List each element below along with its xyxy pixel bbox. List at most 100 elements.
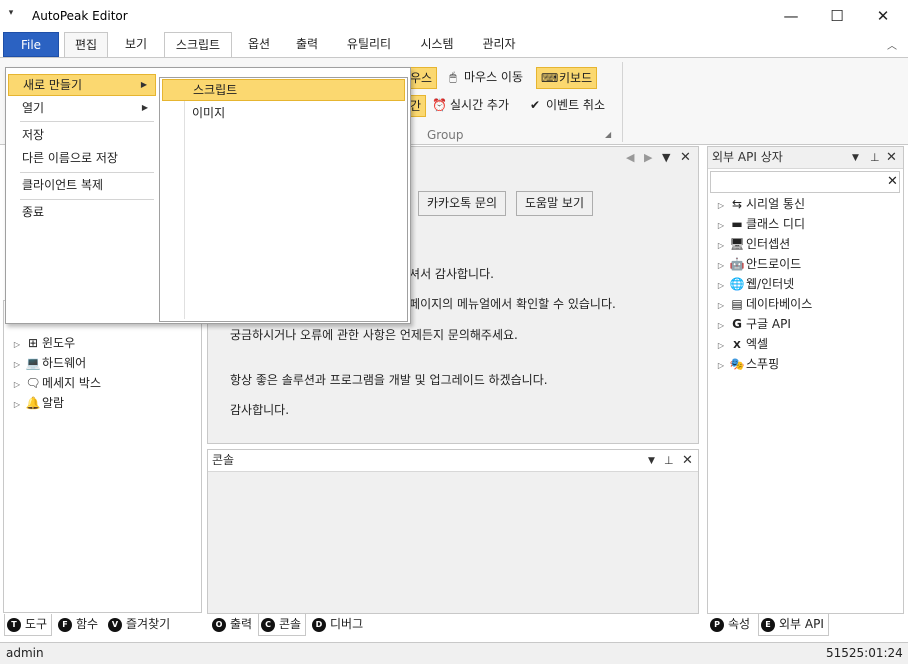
tab-debug-pane[interactable]: D 디버그 [310, 614, 367, 636]
tab-tools[interactable]: T 도구 [4, 614, 53, 636]
tab-output[interactable]: 출력 [286, 32, 328, 57]
laptop-icon: 💻 [25, 356, 41, 370]
welcome-message-3: 궁금하시거나 오류에 관한 사항은 언제든지 문의해주세요. [230, 328, 518, 342]
api-pin-icon[interactable]: ⊥ [870, 147, 880, 168]
submenu-item-image[interactable]: 이미지 [162, 102, 405, 124]
menu-item-save-as[interactable]: 다른 이름으로 저장 [8, 147, 156, 169]
api-item-label: 구글 API [746, 317, 791, 331]
tab-console-pane[interactable]: C 콘솔 [258, 614, 307, 636]
tab-options[interactable]: 옵션 [238, 32, 280, 57]
tab-utility[interactable]: 유틸리티 [336, 32, 402, 57]
group-launcher-icon[interactable]: ◢ [605, 130, 611, 139]
bell-icon: 🔔 [25, 396, 41, 410]
realtime-add-button[interactable]: ⏰ 실시간 추가 [428, 95, 513, 117]
api-item-database[interactable]: ▷ ▤ 데이타베이스 [714, 294, 899, 314]
expand-arrow-icon[interactable]: ▷ [714, 336, 728, 356]
message-box-icon: 🗨 [25, 376, 41, 390]
api-dropdown-icon[interactable]: ▼ [852, 148, 859, 169]
collapse-ribbon-icon[interactable]: ︿ [885, 37, 899, 52]
api-search-input[interactable]: ✕ [710, 171, 900, 193]
tab-admin[interactable]: 관리자 [472, 32, 526, 57]
expand-arrow-icon[interactable]: ▷ [714, 356, 728, 376]
expand-arrow-icon[interactable]: ▷ [10, 375, 24, 395]
submenu-item-script[interactable]: 스크립트 [162, 79, 405, 101]
api-item-serial[interactable]: ▷ ⇆ 시리얼 통신 [714, 194, 899, 214]
tree-item-alarm[interactable]: ▷ 🔔 알람 [10, 393, 200, 413]
expand-arrow-icon[interactable]: ▷ [714, 196, 728, 216]
kakao-inquiry-button[interactable]: 카카오톡 문의 [418, 191, 507, 216]
expand-arrow-icon[interactable]: ▷ [714, 316, 728, 336]
expand-arrow-icon[interactable]: ▷ [10, 395, 24, 415]
tab-output-pane[interactable]: O 출력 [210, 614, 256, 636]
console-close-icon[interactable]: ✕ [682, 450, 693, 471]
api-item-spoofing[interactable]: ▷ 🎭 스푸핑 [714, 354, 899, 374]
next-doc-icon[interactable]: ▶ [644, 147, 652, 168]
expand-arrow-icon[interactable]: ▷ [714, 236, 728, 256]
api-item-label: 인터셉션 [746, 237, 791, 251]
help-button[interactable]: 도움말 보기 [516, 191, 594, 216]
menu-item-clone-client[interactable]: 클라이언트 복제 [8, 174, 156, 196]
external-api-panel: 외부 API 상자 ▼ ⊥ ✕ ✕ ▷ ⇆ 시리얼 통신 ▷ ▬ 클래스 디디 ▷ 🖥인터… [707, 146, 904, 614]
partial-button-2-label: 간 [410, 99, 422, 113]
api-item-label: 웹/인터넷 [746, 277, 795, 291]
menu-item-label: 다른 이름으로 저장 [22, 151, 118, 165]
prev-doc-icon[interactable]: ◀ [626, 147, 634, 168]
maximize-button[interactable]: ☐ [814, 4, 860, 28]
tab-external-api[interactable]: E 외부 API [758, 614, 829, 636]
minimize-button[interactable]: — [768, 4, 814, 28]
tree-item-hardware[interactable]: ▷ 💻 하드웨어 [10, 353, 200, 373]
api-close-icon[interactable]: ✕ [886, 147, 897, 168]
expand-arrow-icon[interactable]: ▷ [10, 355, 24, 375]
ribbon-group-label: Group [427, 128, 464, 142]
api-item-web[interactable]: ▷ 🌐 웹/인터넷 [714, 274, 899, 294]
tab-edit[interactable]: 편집 [64, 32, 108, 57]
expand-arrow-icon[interactable]: ▷ [714, 216, 728, 236]
mouse-icon: 🖱 [449, 70, 457, 84]
api-item-class[interactable]: ▷ ▬ 클래스 디디 [714, 214, 899, 234]
console-pin-icon[interactable]: ⊥ [664, 450, 674, 471]
expand-arrow-icon[interactable]: ▷ [714, 256, 728, 276]
quick-access-icon[interactable]: ▾ [4, 8, 18, 24]
tab-label: 즐겨찾기 [126, 617, 171, 631]
doc-list-dropdown-icon[interactable]: ▼ [662, 147, 670, 168]
api-item-android[interactable]: ▷ 🤖 안드로이드 [714, 254, 899, 274]
console-panel: 콘솔 ▼ ⊥ ✕ [207, 449, 699, 614]
tab-functions[interactable]: F 함수 [56, 614, 102, 636]
tab-system[interactable]: 시스템 [410, 32, 464, 57]
tab-properties[interactable]: P 속성 [708, 614, 754, 636]
close-window-button[interactable]: ✕ [860, 4, 906, 28]
menu-item-new[interactable]: 새로 만들기 ▶ [8, 74, 156, 96]
excel-icon: X [733, 340, 741, 351]
mouse-move-button[interactable]: 🖱 마우스 이동 [442, 67, 527, 89]
tree-item-windows[interactable]: ▷ ⊞ 윈도우 [10, 333, 200, 353]
api-item-excel[interactable]: ▷ X 엑셀 [714, 334, 899, 354]
tree-item-message-box[interactable]: ▷ 🗨메세지 박스 [10, 373, 200, 393]
welcome-message-2: 홈페이지의 메뉴얼에서 확인할 수 있습니다. [398, 297, 616, 311]
menu-item-exit[interactable]: 종료 [8, 201, 156, 223]
tab-view[interactable]: 보기 [114, 32, 158, 57]
menu-item-save[interactable]: 저장 [8, 124, 156, 146]
api-item-interception[interactable]: ▷ 🖥인터셉션 [714, 234, 899, 254]
tab-script[interactable]: 스크립트 [164, 32, 232, 57]
menu-item-open[interactable]: 열기 ▶ [8, 97, 156, 119]
tab-label: 출력 [230, 617, 253, 631]
close-doc-icon[interactable]: ✕ [680, 147, 691, 168]
expand-arrow-icon[interactable]: ▷ [714, 296, 728, 316]
tab-label: 속성 [728, 617, 751, 631]
api-item-label: 데이타베이스 [746, 297, 813, 311]
api-item-google[interactable]: ▷ G 구글 API [714, 314, 899, 334]
keyboard-label: 키보드 [559, 71, 593, 85]
tab-favorites[interactable]: V 즐겨찾기 [106, 614, 174, 636]
api-item-label: 클래스 디디 [746, 217, 806, 231]
menu-item-label: 종료 [22, 205, 45, 219]
console-dropdown-icon[interactable]: ▼ [648, 451, 655, 472]
api-item-label: 안드로이드 [746, 257, 802, 271]
keyboard-icon: ⌨ [541, 71, 559, 85]
tab-label: 디버그 [330, 617, 364, 631]
event-cancel-button[interactable]: ✔ 이벤트 취소 [524, 95, 609, 117]
file-menu-button[interactable]: File [3, 32, 59, 57]
clear-search-icon[interactable]: ✕ [884, 172, 901, 192]
keyboard-button[interactable]: ⌨키보드 [536, 67, 598, 89]
expand-arrow-icon[interactable]: ▷ [714, 276, 728, 296]
expand-arrow-icon[interactable]: ▷ [10, 335, 24, 355]
